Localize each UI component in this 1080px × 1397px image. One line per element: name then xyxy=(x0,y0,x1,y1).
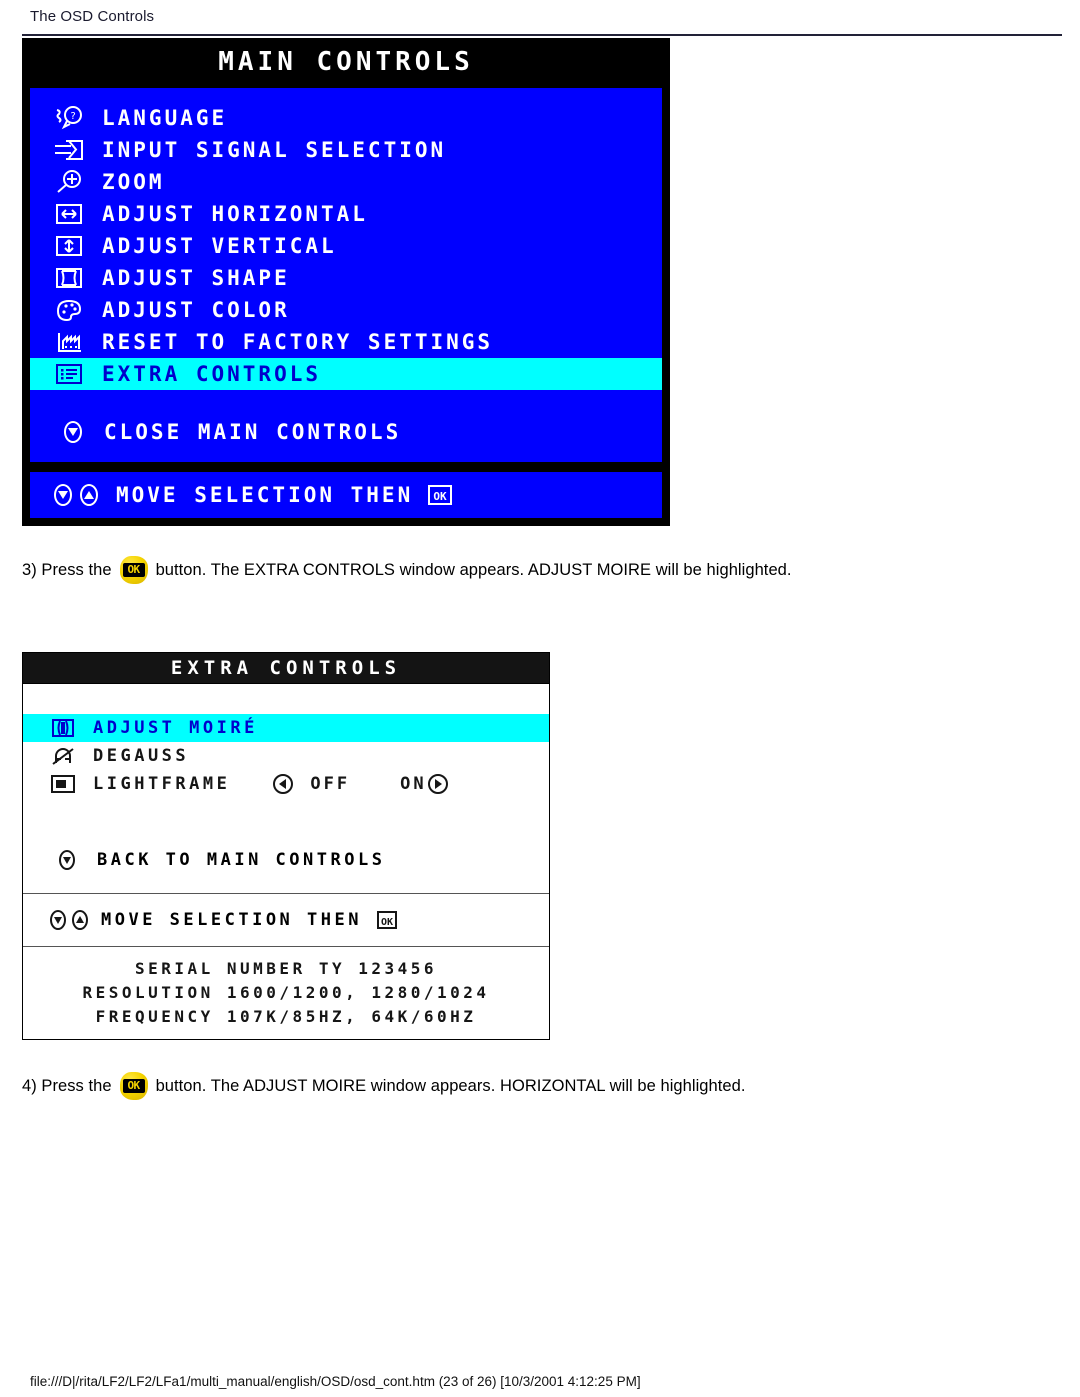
main-controls-osd-panel: MAIN CONTROLS ? LANGUAGE INPUT SIGNAL SE… xyxy=(22,38,670,526)
extra-controls-osd-panel: EXTRA CONTROLS ADJUST MOIRÉ DEGAUSS LIGH… xyxy=(22,652,550,1040)
hint-label: MOVE SELECTION THEN xyxy=(116,483,414,507)
menu-item-label: ADJUST VERTICAL xyxy=(102,234,337,258)
serial-number-line: SERIAL NUMBER TY 123456 xyxy=(134,959,438,978)
right-arrow-circle-icon[interactable] xyxy=(427,773,449,795)
left-arrow-circle-icon[interactable] xyxy=(272,773,294,795)
adjust-shape-pincushion-icon xyxy=(52,265,86,291)
lightframe-screen-icon xyxy=(49,773,77,795)
zoom-magnifier-plus-icon xyxy=(52,169,86,195)
menu-item-close-main-controls[interactable]: CLOSE MAIN CONTROLS xyxy=(30,412,662,452)
menu-item-label: ADJUST COLOR xyxy=(102,298,290,322)
resolution-line: RESOLUTION 1600/1200, 1280/1024 xyxy=(82,983,490,1002)
ok-button-label: OK xyxy=(122,1079,145,1093)
menu-item-label: ADJUST SHAPE xyxy=(102,266,290,290)
menu-item-label: INPUT SIGNAL SELECTION xyxy=(102,138,447,162)
menu-item-adjust-horizontal[interactable]: ADJUST HORIZONTAL xyxy=(30,198,662,230)
page-footer-path: file:///D|/rita/LF2/LF2/LFa1/multi_manua… xyxy=(30,1374,641,1389)
menu-item-label: EXTRA CONTROLS xyxy=(102,362,322,386)
ok-button-icon: OK xyxy=(118,1072,150,1100)
extra-controls-title: EXTRA CONTROLS xyxy=(23,653,549,683)
monitor-info-block: SERIAL NUMBER TY 123456 RESOLUTION 1600/… xyxy=(23,947,549,1029)
step-3-instruction: 3) Press the OK button. The EXTRA CONTRO… xyxy=(22,556,792,584)
adjust-horizontal-arrows-icon xyxy=(52,201,86,227)
ok-button-icon: OK xyxy=(118,556,150,584)
main-controls-menu-list: ? LANGUAGE INPUT SIGNAL SELECTION ZOOM A… xyxy=(28,86,664,464)
menu-item-label: DEGAUSS xyxy=(93,746,190,766)
menu-item-adjust-moire[interactable]: ADJUST MOIRÉ xyxy=(23,714,549,742)
reset-factory-icon xyxy=(52,329,86,355)
svg-text:OK: OK xyxy=(381,917,393,928)
menu-item-back-to-main-controls[interactable]: BACK TO MAIN CONTROLS xyxy=(23,843,549,877)
menu-item-adjust-shape[interactable]: ADJUST SHAPE xyxy=(30,262,662,294)
lightframe-option-on[interactable]: ON xyxy=(384,774,426,794)
extra-controls-list-icon xyxy=(52,361,86,387)
main-controls-title: MAIN CONTROLS xyxy=(24,40,668,82)
down-triangle-circle-icon xyxy=(47,909,69,931)
menu-spacer xyxy=(30,390,662,412)
step-4-suffix: button. The ADJUST MOIRE window appears.… xyxy=(155,1076,746,1095)
lightframe-option-off[interactable]: OFF xyxy=(294,774,350,794)
menu-item-reset-to-factory-settings[interactable]: RESET TO FACTORY SETTINGS xyxy=(30,326,662,358)
moire-icon xyxy=(49,717,77,739)
step-4-prefix: 4) Press the xyxy=(22,1076,112,1095)
main-controls-hint-bar: MOVE SELECTION THEN OK xyxy=(28,470,664,520)
language-person-question-icon: ? xyxy=(52,105,86,131)
up-triangle-circle-icon xyxy=(69,909,91,931)
up-triangle-circle-icon xyxy=(76,482,102,508)
ok-key-icon: OK xyxy=(427,484,453,506)
frequency-line: FREQUENCY 107K/85HZ, 64K/60HZ xyxy=(95,1007,477,1026)
menu-item-lightframe[interactable]: LIGHTFRAME OFF ON xyxy=(23,770,549,798)
hint-label: MOVE SELECTION THEN xyxy=(101,910,362,930)
menu-item-label: ZOOM xyxy=(102,170,165,194)
extra-controls-menu-list: ADJUST MOIRÉ DEGAUSS LIGHTFRAME OFF ON xyxy=(23,683,549,827)
step-4-instruction: 4) Press the OK button. The ADJUST MOIRE… xyxy=(22,1072,745,1100)
menu-item-label: CLOSE MAIN CONTROLS xyxy=(104,420,402,444)
down-triangle-circle-icon xyxy=(50,482,76,508)
ok-button-label: OK xyxy=(122,563,145,577)
menu-item-adjust-color[interactable]: ADJUST COLOR xyxy=(30,294,662,326)
ok-key-icon: OK xyxy=(376,910,398,930)
svg-text:OK: OK xyxy=(434,490,448,503)
menu-item-label: LANGUAGE xyxy=(102,106,228,130)
menu-item-language[interactable]: ? LANGUAGE xyxy=(30,102,662,134)
down-triangle-circle-icon xyxy=(58,419,88,445)
menu-item-label: ADJUST HORIZONTAL xyxy=(102,202,368,226)
step-3-prefix: 3) Press the xyxy=(22,560,112,579)
svg-text:?: ? xyxy=(70,111,76,122)
menu-item-extra-controls[interactable]: EXTRA CONTROLS xyxy=(30,358,662,390)
extra-controls-hint-bar: MOVE SELECTION THEN OK xyxy=(23,894,549,946)
menu-item-adjust-vertical[interactable]: ADJUST VERTICAL xyxy=(30,230,662,262)
page-title: The OSD Controls xyxy=(30,8,155,25)
menu-item-label: ADJUST MOIRÉ xyxy=(93,718,258,738)
menu-item-label: BACK TO MAIN CONTROLS xyxy=(97,850,386,870)
menu-item-label: RESET TO FACTORY SETTINGS xyxy=(102,330,494,354)
step-3-suffix: button. The EXTRA CONTROLS window appear… xyxy=(155,560,792,579)
degauss-magnet-icon xyxy=(49,745,77,767)
menu-item-input-signal-selection[interactable]: INPUT SIGNAL SELECTION xyxy=(30,134,662,166)
menu-item-degauss[interactable]: DEGAUSS xyxy=(23,742,549,770)
input-signal-arrow-icon xyxy=(52,137,86,163)
header-divider xyxy=(22,34,1062,36)
adjust-color-palette-icon xyxy=(52,297,86,323)
menu-item-label: LIGHTFRAME xyxy=(93,774,231,794)
adjust-vertical-arrows-icon xyxy=(52,233,86,259)
down-triangle-circle-icon xyxy=(55,849,79,871)
menu-item-zoom[interactable]: ZOOM xyxy=(30,166,662,198)
